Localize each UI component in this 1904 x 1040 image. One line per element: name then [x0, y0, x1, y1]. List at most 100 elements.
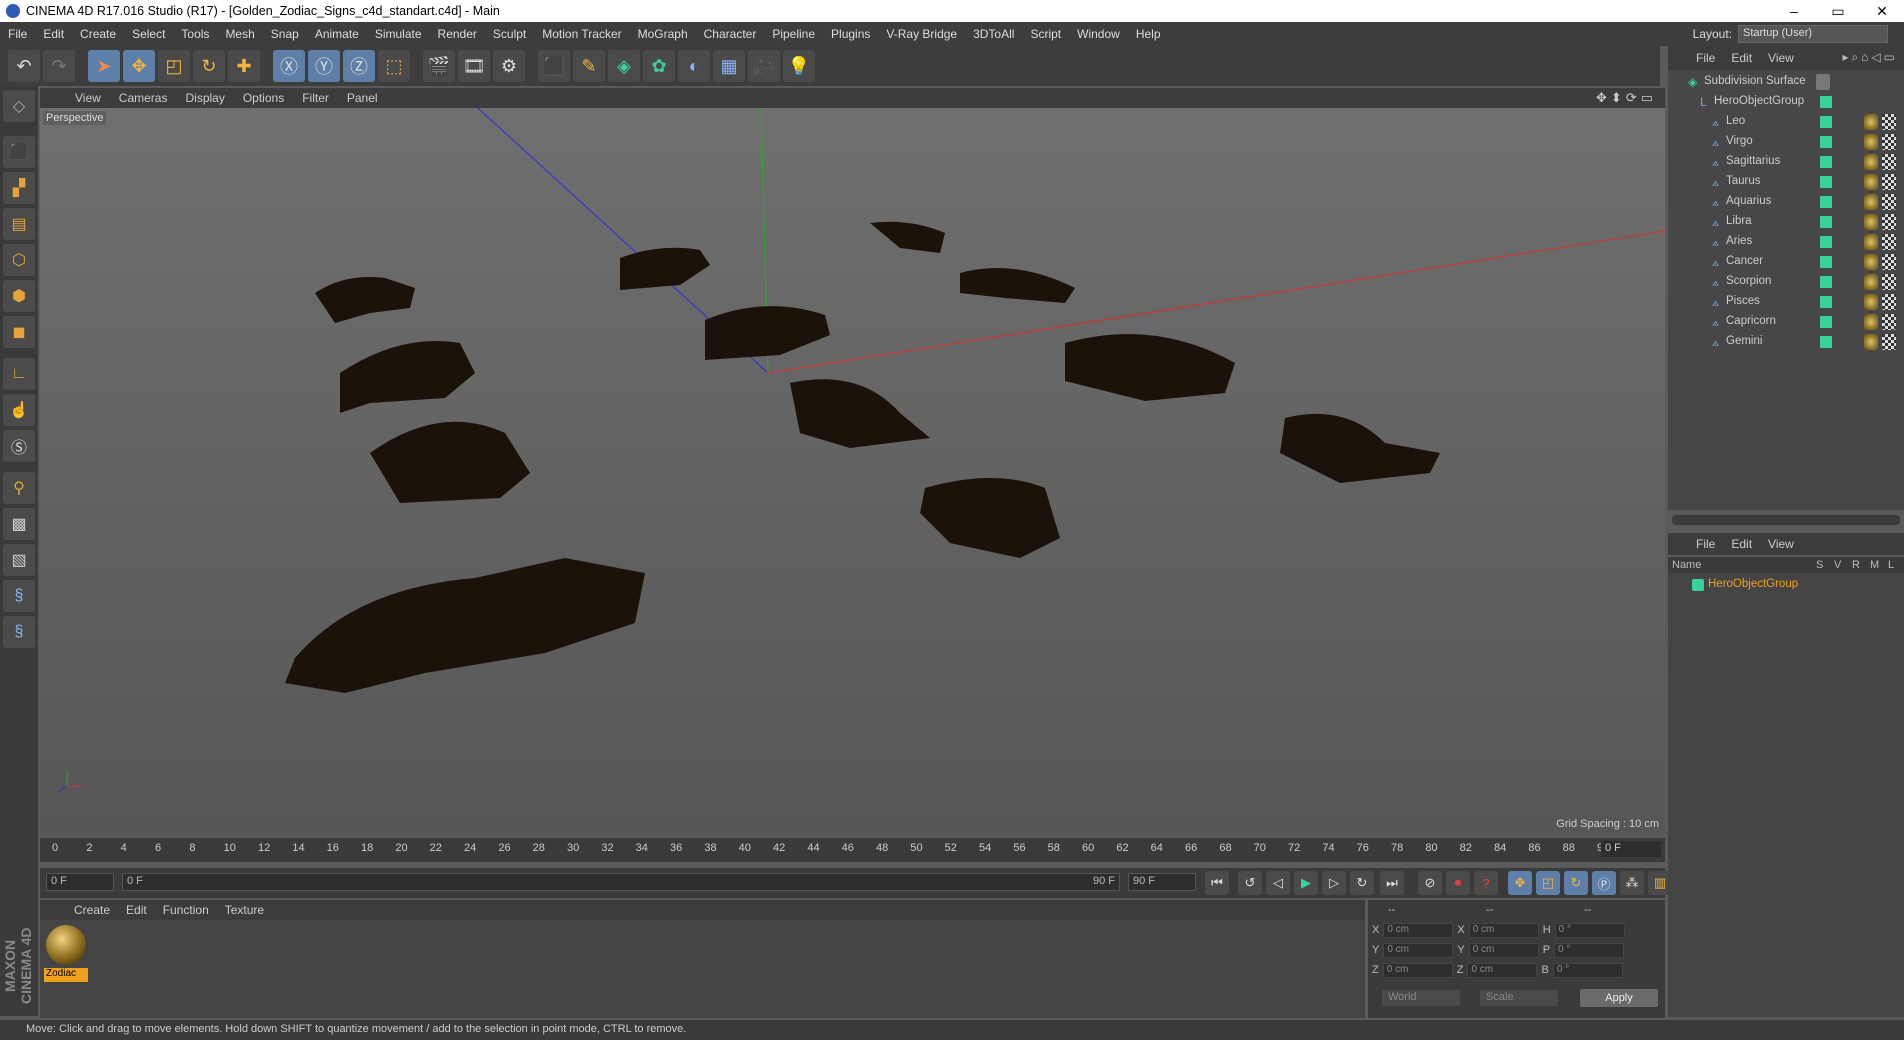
subdivision-icon[interactable]: ◈ [608, 50, 640, 82]
object-row-virgo[interactable]: ⟑ Virgo [1668, 132, 1904, 152]
model-mode-icon[interactable]: ⬛ [3, 136, 35, 168]
material-menu-function[interactable]: Function [155, 903, 217, 917]
workplane-icon[interactable]: ▤ [3, 208, 35, 240]
visibility-dot[interactable] [1820, 276, 1832, 288]
pos-y-field[interactable]: 0 cm [1383, 942, 1454, 958]
size-x-field[interactable]: 0 cm [1468, 922, 1539, 938]
texture-tag-icon[interactable] [1882, 214, 1896, 230]
material-tag-icon[interactable] [1864, 214, 1878, 230]
visibility-dot[interactable] [1820, 296, 1832, 308]
texture-tag-icon[interactable] [1882, 114, 1896, 130]
material-tag-icon[interactable] [1864, 134, 1878, 150]
select-arrow-icon[interactable]: ➤ [88, 50, 120, 82]
edges-mode-icon[interactable]: ⬢ [3, 280, 35, 312]
object-row-taurus[interactable]: ⟑ Taurus [1668, 172, 1904, 192]
solo-mode-icon[interactable]: Ⓢ [3, 430, 35, 462]
visibility-dot[interactable] [1820, 136, 1832, 148]
menu-tools[interactable]: Tools [173, 27, 217, 41]
move-tool-icon[interactable]: ✥ [123, 50, 155, 82]
pos-x-field[interactable]: 0 cm [1383, 922, 1454, 938]
menu-script[interactable]: Script [1022, 27, 1069, 41]
viewport-menu-filter[interactable]: Filter [293, 91, 338, 105]
motion-record-icon[interactable]: ⊘ [1418, 871, 1442, 895]
object-menu-view[interactable]: View [1760, 51, 1802, 65]
material-tag-icon[interactable] [1864, 194, 1878, 210]
texture-tag-icon[interactable] [1882, 314, 1896, 330]
render-view-icon[interactable]: 🎬 [423, 50, 455, 82]
rot-p-field[interactable]: 0 ° [1554, 942, 1625, 958]
visibility-dot[interactable] [1820, 336, 1832, 348]
object-row-sagittarius[interactable]: ⟑ Sagittarius [1668, 152, 1904, 172]
material-tag-icon[interactable] [1864, 174, 1878, 190]
viewport-nav-icon[interactable]: ✥⬍⟳▭ [1596, 90, 1657, 106]
rot-b-field[interactable]: 0 ° [1552, 962, 1623, 978]
object-row-scorpion[interactable]: ⟑ Scorpion [1668, 272, 1904, 292]
texture-tag-icon[interactable] [1882, 254, 1896, 270]
python-script-2-icon[interactable]: § [3, 616, 35, 648]
object-manager-tools-icon[interactable]: ▸⌕⌂◁▭ [1842, 50, 1898, 65]
apply-button[interactable]: Apply [1580, 989, 1658, 1007]
texture-tag-icon[interactable] [1882, 154, 1896, 170]
workplane-lock-icon[interactable]: ▩ [3, 508, 35, 540]
object-scrollbar[interactable] [1672, 515, 1900, 525]
go-to-end-icon[interactable]: ⏭ [1380, 871, 1404, 895]
maximize-button[interactable]: ▭ [1816, 0, 1860, 22]
object-row-libra[interactable]: ⟑ Libra [1668, 212, 1904, 232]
menu-window[interactable]: Window [1069, 27, 1128, 41]
loop-icon[interactable]: ↺ [1238, 871, 1262, 895]
material-menu-edit[interactable]: Edit [118, 903, 155, 917]
viewport-menu-panel[interactable]: Panel [338, 91, 387, 105]
floor-icon[interactable]: ▦ [713, 50, 745, 82]
minimize-button[interactable]: – [1772, 0, 1816, 22]
menu-3dtoall[interactable]: 3DToAll [965, 27, 1022, 41]
render-picture-viewer-icon[interactable]: 🎞 [458, 50, 490, 82]
menu-animate[interactable]: Animate [307, 27, 367, 41]
axis-mode-icon[interactable]: ∟ [3, 358, 35, 390]
visibility-dot[interactable] [1820, 156, 1832, 168]
python-script-icon[interactable]: § [3, 580, 35, 612]
play-icon[interactable]: ▶ [1294, 871, 1318, 895]
material-menu-texture[interactable]: Texture [217, 903, 272, 917]
object-row-aries[interactable]: ⟑ Aries [1668, 232, 1904, 252]
material-name[interactable]: Zodiac [44, 968, 88, 982]
menu-character[interactable]: Character [696, 27, 765, 41]
attr-menu-file[interactable]: File [1688, 537, 1723, 551]
object-row-group[interactable]: L HeroObjectGroup [1668, 92, 1904, 112]
visibility-dot[interactable] [1820, 316, 1832, 328]
material-tag-icon[interactable] [1864, 154, 1878, 170]
visibility-dot[interactable] [1820, 256, 1832, 268]
menu-select[interactable]: Select [124, 27, 173, 41]
size-y-field[interactable]: 0 cm [1468, 942, 1539, 958]
start-frame-field[interactable]: 0 F [46, 873, 114, 891]
go-to-start-icon[interactable]: ⏮ [1205, 871, 1229, 895]
pos-z-field[interactable]: 0 cm [1382, 962, 1453, 978]
camera-icon[interactable]: 🎥 [748, 50, 780, 82]
menu-plugins[interactable]: Plugins [823, 27, 878, 41]
texture-mode-icon[interactable]: ▞ [3, 172, 35, 204]
tweak-mode-icon[interactable]: ☝ [3, 394, 35, 426]
texture-tag-icon[interactable] [1882, 334, 1896, 350]
key-param-icon[interactable]: Ⓟ [1592, 871, 1616, 895]
texture-tag-icon[interactable] [1882, 234, 1896, 250]
menu-file[interactable]: File [0, 27, 35, 41]
menu-motion-tracker[interactable]: Motion Tracker [534, 27, 629, 41]
auto-key-icon[interactable]: ? [1474, 871, 1498, 895]
texture-tag-icon[interactable] [1882, 194, 1896, 210]
key-pla-icon[interactable]: ⁂ [1620, 871, 1644, 895]
texture-tag-icon[interactable] [1882, 274, 1896, 290]
object-menu-edit[interactable]: Edit [1723, 51, 1760, 65]
visibility-dot[interactable] [1820, 176, 1832, 188]
material-tag-icon[interactable] [1864, 234, 1878, 250]
key-scale-icon[interactable]: ◰ [1536, 871, 1560, 895]
menu-mograph[interactable]: MoGraph [630, 27, 696, 41]
close-button[interactable]: ✕ [1860, 0, 1904, 22]
size-z-field[interactable]: 0 cm [1467, 962, 1538, 978]
material-tag-icon[interactable] [1864, 274, 1878, 290]
timeline-ruler[interactable]: 0 2 4 6 8 10 12 14 16 18 20 22 24 26 28 30 32 34 36 38 40 42 4… [40, 838, 1665, 862]
visibility-dot[interactable] [1820, 196, 1832, 208]
coordinate-system-icon[interactable]: ⬚ [378, 50, 410, 82]
end-frame-field[interactable]: 90 F [1128, 873, 1196, 891]
material-menu-create[interactable]: Create [66, 903, 118, 917]
repeat-icon[interactable]: ↻ [1350, 871, 1374, 895]
layout-dropdown[interactable]: Startup (User) [1738, 25, 1888, 43]
